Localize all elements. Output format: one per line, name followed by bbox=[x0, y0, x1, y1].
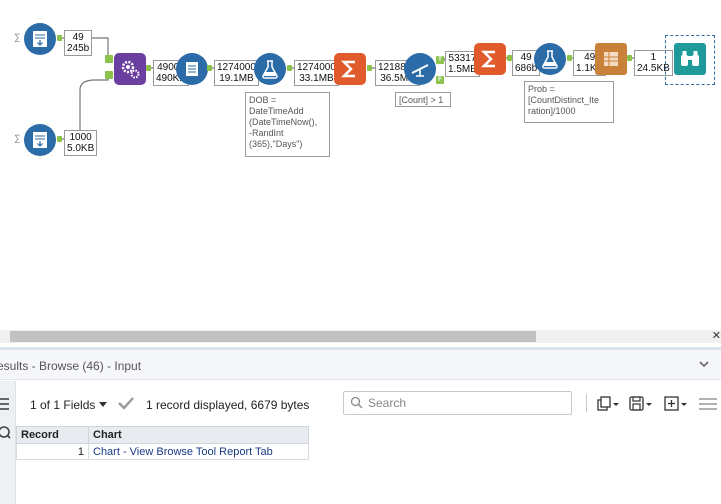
record-count-stat: 1274000 33.1MB bbox=[294, 60, 339, 86]
output-anchor[interactable] bbox=[627, 55, 632, 61]
formula-annotation-2: Prob = [CountDistinct_Ite ration]/1000 bbox=[524, 81, 614, 123]
filter-false-anchor[interactable]: F bbox=[436, 76, 444, 84]
gears-icon bbox=[121, 60, 140, 79]
column-header-chart[interactable]: Chart bbox=[88, 426, 309, 444]
record-count-stat: 49 245b bbox=[64, 30, 93, 56]
summarize-tool-1[interactable] bbox=[334, 53, 366, 85]
output-anchor[interactable] bbox=[57, 35, 62, 41]
input-data-icon bbox=[33, 31, 47, 47]
table-row[interactable]: 1 Chart - View Browse Tool Report Tab bbox=[16, 443, 309, 460]
filter-expression-label: [Count] > 1 bbox=[395, 92, 451, 107]
fields-dropdown-icon[interactable] bbox=[98, 401, 108, 409]
input-data-tool-1[interactable] bbox=[24, 23, 56, 55]
output-anchor[interactable] bbox=[57, 136, 62, 142]
table-icon bbox=[604, 52, 618, 66]
output-anchor[interactable] bbox=[207, 65, 212, 71]
search-input[interactable] bbox=[366, 394, 566, 412]
input-marker-2: ∑ bbox=[14, 133, 21, 143]
summarize-tool-2[interactable] bbox=[474, 43, 506, 75]
input-marker-1: ∑ bbox=[14, 32, 21, 42]
results-side-strip bbox=[0, 381, 16, 504]
workflow-canvas[interactable]: ∑ 49 245b ∑ 1000 5.0KB 49000 490KB 12740… bbox=[0, 0, 721, 330]
sigma-icon bbox=[480, 50, 495, 68]
output-anchor[interactable] bbox=[367, 65, 372, 71]
output-anchor[interactable] bbox=[146, 65, 151, 71]
chart-cell[interactable]: Chart - View Browse Tool Report Tab bbox=[88, 443, 309, 460]
flask-icon bbox=[262, 60, 278, 79]
list-icon[interactable] bbox=[0, 396, 11, 414]
record-summary: 1 record displayed, 6679 bytes bbox=[146, 398, 310, 412]
canvas-horizontal-scrollbar[interactable]: ✕ bbox=[0, 330, 721, 343]
append-fields-tool[interactable] bbox=[114, 53, 146, 85]
chevron-down-icon[interactable] bbox=[697, 357, 711, 371]
output-anchor[interactable] bbox=[567, 55, 572, 61]
formula-annotation-1: DOB = DateTimeAdd (DateTimeNow(), -RandI… bbox=[245, 92, 330, 157]
search-box[interactable] bbox=[343, 391, 572, 415]
results-panel: esults - Browse (46) - Input 1 of 1 Fiel… bbox=[0, 344, 721, 504]
results-table: Record Chart 1 Chart - View Browse Tool … bbox=[16, 426, 309, 460]
input-data-tool-2[interactable] bbox=[24, 124, 56, 156]
sample-tool[interactable] bbox=[595, 43, 627, 75]
join-input-bottom[interactable] bbox=[105, 71, 113, 79]
flask-icon bbox=[542, 50, 558, 69]
input-data-icon bbox=[33, 132, 47, 148]
formula-tool-1[interactable] bbox=[254, 53, 286, 85]
select-icon bbox=[186, 62, 198, 76]
checkmark-icon[interactable] bbox=[117, 396, 135, 410]
select-tool[interactable] bbox=[176, 53, 208, 85]
close-icon[interactable]: ✕ bbox=[712, 329, 721, 342]
scrollbar-thumb[interactable] bbox=[10, 331, 536, 342]
results-title: esults - Browse (46) - Input bbox=[0, 359, 142, 373]
record-count-stat: 1000 5.0KB bbox=[64, 130, 98, 156]
cell-viewer-icon[interactable] bbox=[0, 425, 11, 439]
formula-tool-2[interactable] bbox=[534, 43, 566, 75]
browse-tool[interactable] bbox=[674, 43, 706, 75]
fields-selector[interactable]: 1 of 1 Fields bbox=[30, 398, 95, 412]
record-count-stat: 1274000 19.1MB bbox=[214, 60, 259, 86]
add-column-icon[interactable] bbox=[664, 396, 688, 412]
filter-tool[interactable] bbox=[404, 53, 436, 85]
filter-true-anchor[interactable]: T bbox=[436, 56, 444, 64]
join-input-top[interactable] bbox=[105, 55, 113, 63]
binoculars-icon bbox=[681, 51, 699, 66]
toolbar-divider bbox=[586, 394, 587, 412]
filter-scale-icon bbox=[411, 64, 429, 77]
record-cell: 1 bbox=[16, 443, 89, 460]
table-header-row: Record Chart bbox=[16, 426, 309, 444]
sigma-icon bbox=[340, 60, 355, 78]
output-anchor[interactable] bbox=[287, 65, 292, 71]
results-header: esults - Browse (46) - Input bbox=[0, 347, 721, 380]
search-icon bbox=[350, 396, 363, 409]
copy-icon[interactable] bbox=[596, 396, 620, 412]
column-header-record[interactable]: Record bbox=[16, 426, 89, 444]
save-icon[interactable] bbox=[629, 396, 653, 412]
more-options-icon[interactable] bbox=[697, 396, 721, 412]
